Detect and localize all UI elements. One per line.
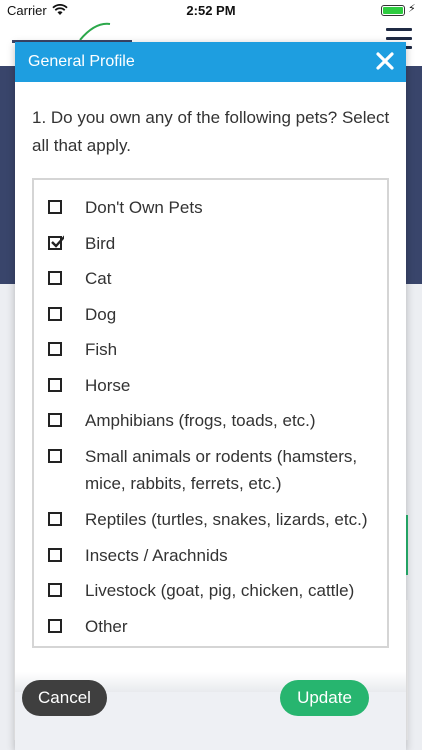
checkbox[interactable] — [48, 512, 62, 526]
battery-icon — [381, 5, 405, 16]
cancel-button[interactable]: Cancel — [22, 680, 107, 716]
option-label: Small animals or rodents (hamsters, mice… — [85, 447, 358, 493]
checkbox[interactable] — [48, 200, 62, 214]
option-label: Fish — [85, 340, 118, 359]
checkbox[interactable] — [48, 583, 62, 597]
option-label: Don't Own Pets — [85, 198, 203, 217]
option-label: Insects / Arachnids — [85, 546, 228, 565]
option-label: Other — [85, 617, 128, 636]
modal-title: General Profile — [28, 53, 135, 70]
status-bar: Carrier 2:52 PM ⚡ — [0, 0, 422, 22]
checkbox[interactable] — [48, 619, 62, 633]
checkbox[interactable] — [48, 449, 62, 463]
option-label: Livestock (goat, pig, chicken, cattle) — [85, 581, 355, 600]
update-button[interactable]: Update — [280, 680, 369, 716]
checkbox[interactable] — [48, 378, 62, 392]
pet-options-list: Don't Own Pets Bird Cat Dog Fish Horse A… — [32, 178, 389, 648]
close-icon[interactable] — [374, 50, 396, 72]
general-profile-modal: General Profile 1. Do you own any of the… — [15, 42, 406, 750]
checkbox[interactable] — [48, 307, 62, 321]
checkbox[interactable] — [48, 342, 62, 356]
option-label: Cat — [85, 269, 112, 288]
option-label: Dog — [85, 305, 117, 324]
checkbox[interactable] — [48, 548, 62, 562]
checkbox[interactable] — [48, 271, 62, 285]
option-label: Horse — [85, 376, 131, 395]
charging-icon: ⚡ — [408, 3, 416, 15]
modal-header: General Profile — [15, 42, 406, 82]
checkbox[interactable] — [48, 413, 62, 427]
option-label: Amphibians (frogs, toads, etc.) — [85, 411, 316, 430]
option-label: Bird — [85, 234, 116, 253]
clock: 2:52 PM — [186, 3, 236, 18]
option-label: Reptiles (turtles, snakes, lizards, etc.… — [85, 510, 368, 529]
checkbox-checked[interactable] — [48, 235, 64, 250]
checkmark-icon — [51, 235, 64, 248]
question-text: 1. Do you own any of the following pets?… — [32, 108, 390, 155]
